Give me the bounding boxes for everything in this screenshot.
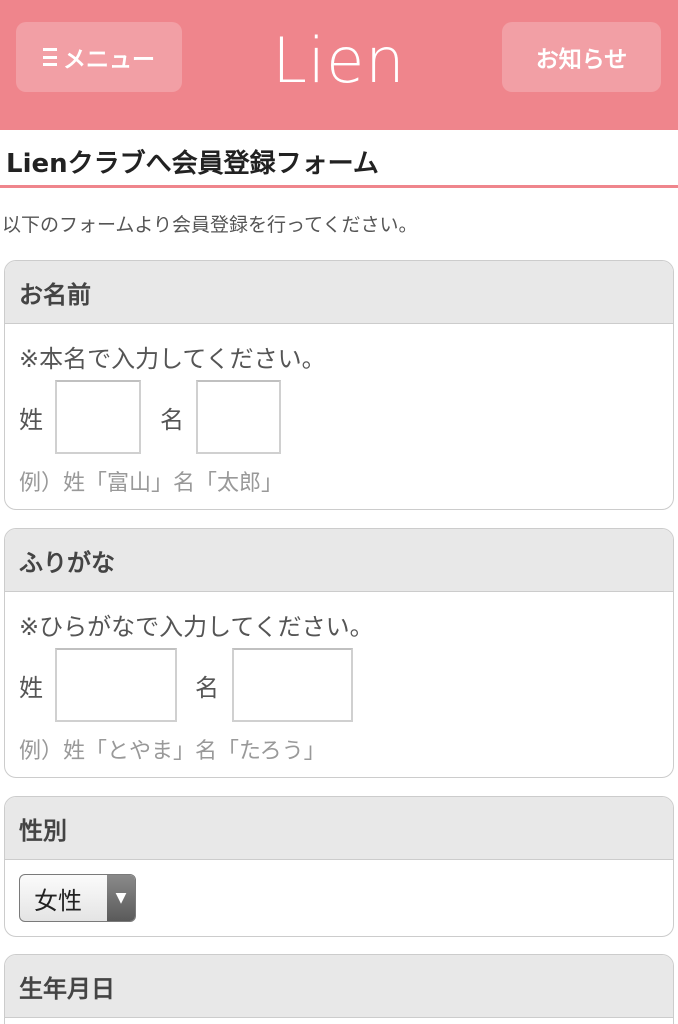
last-kana-label: 姓: [19, 674, 43, 702]
name-example: 例）姓「富山」名「太郎」: [19, 471, 284, 496]
gender-select[interactable]: 女性 ▼: [19, 874, 136, 922]
gender-selected: 女性: [34, 886, 82, 915]
chevron-down-icon: ▼: [107, 875, 135, 921]
page-title: Lienクラブへ会員登録フォーム: [6, 149, 379, 179]
first-name-input[interactable]: [196, 380, 281, 454]
name-heading: お名前: [5, 261, 673, 324]
intro-text: 以下のフォームより会員登録を行ってください。: [2, 214, 418, 236]
furigana-example: 例）姓「とやま」名「たろう」: [19, 739, 326, 764]
furigana-note: ※ひらがなで入力してください。: [19, 613, 374, 641]
last-name-input[interactable]: [55, 380, 141, 454]
news-button[interactable]: お知らせ: [502, 22, 661, 92]
header-bar: メニュー Lien お知らせ: [0, 0, 678, 130]
name-section: お名前 ※本名で入力してください。 姓 名 例）姓「富山」名「太郎」: [4, 260, 674, 510]
last-name-label: 姓: [19, 406, 43, 434]
birthday-heading: 生年月日: [5, 955, 673, 1018]
first-kana-input[interactable]: [232, 648, 353, 722]
title-underline: [0, 185, 678, 188]
first-kana-label: 名: [195, 674, 219, 702]
gender-section: 性別 女性 ▼: [4, 796, 674, 937]
name-note: ※本名で入力してください。: [19, 345, 326, 373]
furigana-section: ふりがな ※ひらがなで入力してください。 姓 名 例）姓「とやま」名「たろう」: [4, 528, 674, 778]
news-label: お知らせ: [535, 47, 628, 73]
last-kana-input[interactable]: [55, 648, 177, 722]
gender-heading: 性別: [5, 797, 673, 860]
birthday-section: 生年月日: [4, 954, 674, 1024]
first-name-label: 名: [160, 406, 184, 434]
furigana-heading: ふりがな: [5, 529, 673, 592]
